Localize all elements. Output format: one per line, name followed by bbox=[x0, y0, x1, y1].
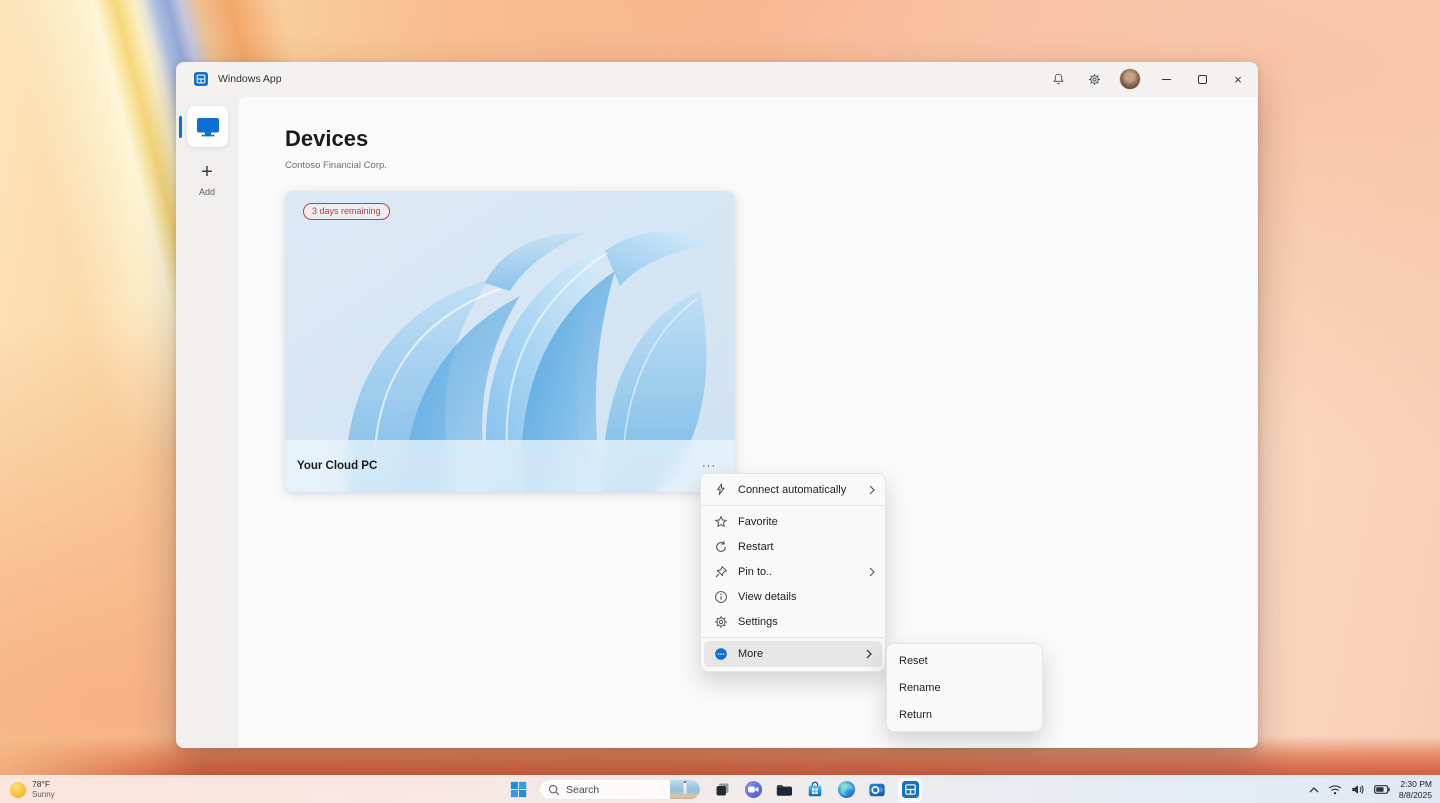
minimize-icon bbox=[1162, 79, 1171, 80]
info-icon bbox=[713, 590, 729, 604]
pin-icon bbox=[713, 565, 729, 579]
taskbar: 78°F Sunny Search bbox=[0, 775, 1440, 803]
edge-button[interactable] bbox=[836, 780, 856, 800]
battery-icon bbox=[1374, 785, 1390, 794]
tray-chevron-button[interactable] bbox=[1309, 787, 1319, 793]
windows-app-taskbar-button[interactable] bbox=[898, 778, 922, 802]
menu-item-label: More bbox=[738, 648, 763, 660]
minimize-button[interactable] bbox=[1148, 62, 1184, 96]
wifi-icon bbox=[1328, 784, 1342, 795]
edge-icon bbox=[837, 780, 856, 799]
more-circle-icon bbox=[713, 647, 729, 661]
submenu-item-label: Reset bbox=[899, 655, 928, 667]
battery-button[interactable] bbox=[1374, 785, 1390, 794]
search-label: Search bbox=[566, 784, 599, 796]
submenu-item-rename[interactable]: Rename bbox=[887, 674, 1042, 701]
start-button[interactable] bbox=[508, 780, 528, 800]
add-label: Add bbox=[176, 187, 238, 197]
menu-separator bbox=[702, 637, 884, 638]
wifi-button[interactable] bbox=[1328, 784, 1342, 795]
file-explorer-button[interactable] bbox=[774, 780, 794, 800]
weather-condition: Sunny bbox=[32, 790, 55, 799]
store-icon bbox=[806, 781, 824, 799]
windows-app-icon bbox=[194, 72, 208, 86]
search-daily-image bbox=[670, 779, 700, 800]
menu-item-connect-automatically[interactable]: Connect automatically bbox=[701, 477, 885, 502]
menu-item-favorite[interactable]: Favorite bbox=[701, 509, 885, 534]
more-submenu: Reset Rename Return bbox=[886, 643, 1043, 732]
maximize-button[interactable] bbox=[1184, 62, 1220, 96]
account-button[interactable] bbox=[1112, 62, 1148, 96]
menu-item-label: Restart bbox=[738, 541, 773, 553]
chat-icon bbox=[744, 780, 763, 799]
status-badge: 3 days remaining bbox=[303, 203, 390, 220]
task-view-button[interactable] bbox=[712, 780, 732, 800]
submenu-item-label: Rename bbox=[899, 682, 941, 694]
close-button[interactable]: × bbox=[1220, 62, 1256, 96]
chevron-right-icon bbox=[869, 485, 875, 495]
titlebar: Windows App × bbox=[176, 62, 1258, 96]
menu-item-label: Settings bbox=[738, 616, 778, 628]
clock-date: 8/8/2025 bbox=[1399, 790, 1432, 801]
star-icon bbox=[713, 515, 729, 529]
chat-button[interactable] bbox=[743, 780, 763, 800]
outlook-icon bbox=[868, 781, 886, 799]
chevron-right-icon bbox=[866, 649, 872, 659]
window-title: Windows App bbox=[218, 73, 282, 85]
restart-icon bbox=[713, 540, 729, 554]
chevron-right-icon bbox=[869, 567, 875, 577]
clock[interactable]: 2:30 PM 8/8/2025 bbox=[1399, 779, 1432, 800]
windows-logo-icon bbox=[510, 781, 527, 798]
weather-widget[interactable]: 78°F Sunny bbox=[10, 776, 55, 803]
menu-item-restart[interactable]: Restart bbox=[701, 534, 885, 559]
cloud-pc-name: Your Cloud PC bbox=[297, 460, 377, 472]
page-subtitle: Contoso Financial Corp. bbox=[285, 160, 387, 171]
menu-separator bbox=[702, 505, 884, 506]
folder-icon bbox=[775, 781, 793, 799]
plus-icon: + bbox=[176, 158, 238, 186]
menu-item-more[interactable]: More bbox=[704, 641, 882, 667]
page-title: Devices bbox=[285, 126, 368, 152]
menu-item-view-details[interactable]: View details bbox=[701, 584, 885, 609]
microsoft-store-button[interactable] bbox=[805, 780, 825, 800]
card-footer: Your Cloud PC ··· bbox=[285, 440, 735, 492]
weather-temp: 78°F bbox=[32, 780, 55, 790]
submenu-item-reset[interactable]: Reset bbox=[887, 647, 1042, 674]
sidebar: + Add bbox=[176, 96, 238, 748]
chevron-up-icon bbox=[1309, 787, 1319, 793]
clock-time: 2:30 PM bbox=[1399, 779, 1432, 790]
menu-item-label: View details bbox=[738, 591, 797, 603]
task-view-icon bbox=[714, 781, 731, 798]
avatar bbox=[1120, 69, 1140, 89]
close-icon: × bbox=[1234, 73, 1242, 86]
submenu-item-label: Return bbox=[899, 709, 932, 721]
menu-item-pin-to[interactable]: Pin to.. bbox=[701, 559, 885, 584]
submenu-item-return[interactable]: Return bbox=[887, 701, 1042, 728]
bell-icon bbox=[1052, 72, 1065, 86]
menu-item-settings[interactable]: Settings bbox=[701, 609, 885, 634]
cloud-pc-card[interactable]: 3 days remaining Your Cloud PC ··· bbox=[285, 191, 735, 492]
outlook-button[interactable] bbox=[867, 780, 887, 800]
gear-icon bbox=[713, 615, 729, 629]
maximize-icon bbox=[1198, 75, 1207, 84]
sun-icon bbox=[10, 782, 26, 798]
speaker-icon bbox=[1351, 784, 1365, 795]
selection-indicator bbox=[179, 116, 182, 138]
windows-app-icon bbox=[902, 781, 919, 798]
menu-item-label: Pin to.. bbox=[738, 566, 772, 578]
monitor-icon bbox=[196, 117, 220, 137]
add-button[interactable]: + Add bbox=[176, 158, 238, 197]
sidebar-item-devices[interactable] bbox=[187, 106, 228, 147]
settings-button[interactable] bbox=[1076, 62, 1112, 96]
menu-item-label: Connect automatically bbox=[738, 484, 846, 496]
volume-button[interactable] bbox=[1351, 784, 1365, 795]
search-icon bbox=[548, 784, 560, 796]
flash-icon bbox=[713, 482, 729, 497]
gear-icon bbox=[1088, 73, 1101, 86]
menu-item-label: Favorite bbox=[738, 516, 778, 528]
notifications-button[interactable] bbox=[1040, 62, 1076, 96]
context-menu: Connect automatically Favorite Restart P… bbox=[700, 473, 886, 672]
search-box[interactable]: Search bbox=[539, 779, 701, 800]
